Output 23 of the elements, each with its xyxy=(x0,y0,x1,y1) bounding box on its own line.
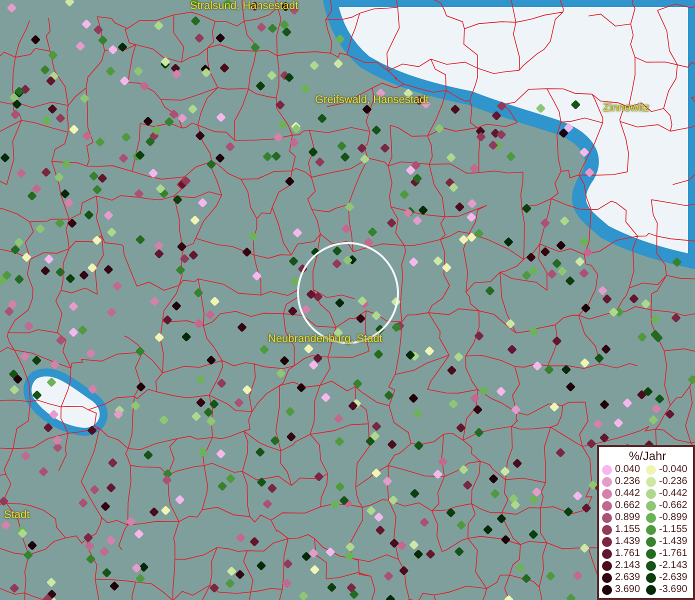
legend-value: 2.639 xyxy=(615,572,640,584)
legend-value: -1.761 xyxy=(659,548,688,560)
legend-value: -1.439 xyxy=(659,536,688,548)
legend-value: -2.639 xyxy=(659,572,688,584)
legend-title: %/Jahr xyxy=(628,449,668,463)
legend-value: 0.442 xyxy=(615,488,640,500)
legend-value: -0.236 xyxy=(659,476,688,488)
legend-value: -1.155 xyxy=(659,524,688,536)
legend-value: 0.236 xyxy=(615,476,640,488)
legend-value: 3.690 xyxy=(615,584,640,596)
legend-value: 1.155 xyxy=(615,524,640,536)
legend-value: 2.143 xyxy=(615,560,640,572)
legend-value: 1.439 xyxy=(615,536,640,548)
legend-value: -0.899 xyxy=(659,512,688,524)
legend-value: -3.690 xyxy=(659,584,688,596)
legend-value: 1.761 xyxy=(615,548,640,560)
legend-value: 0.899 xyxy=(615,512,640,524)
legend-value: 0.040 xyxy=(615,464,640,476)
legend-value: -2.143 xyxy=(659,560,688,572)
legend-value: -0.442 xyxy=(659,488,688,500)
legend-value: -0.662 xyxy=(659,500,688,512)
legend-value: 0.662 xyxy=(615,500,640,512)
legend-value: -0.040 xyxy=(659,464,688,476)
